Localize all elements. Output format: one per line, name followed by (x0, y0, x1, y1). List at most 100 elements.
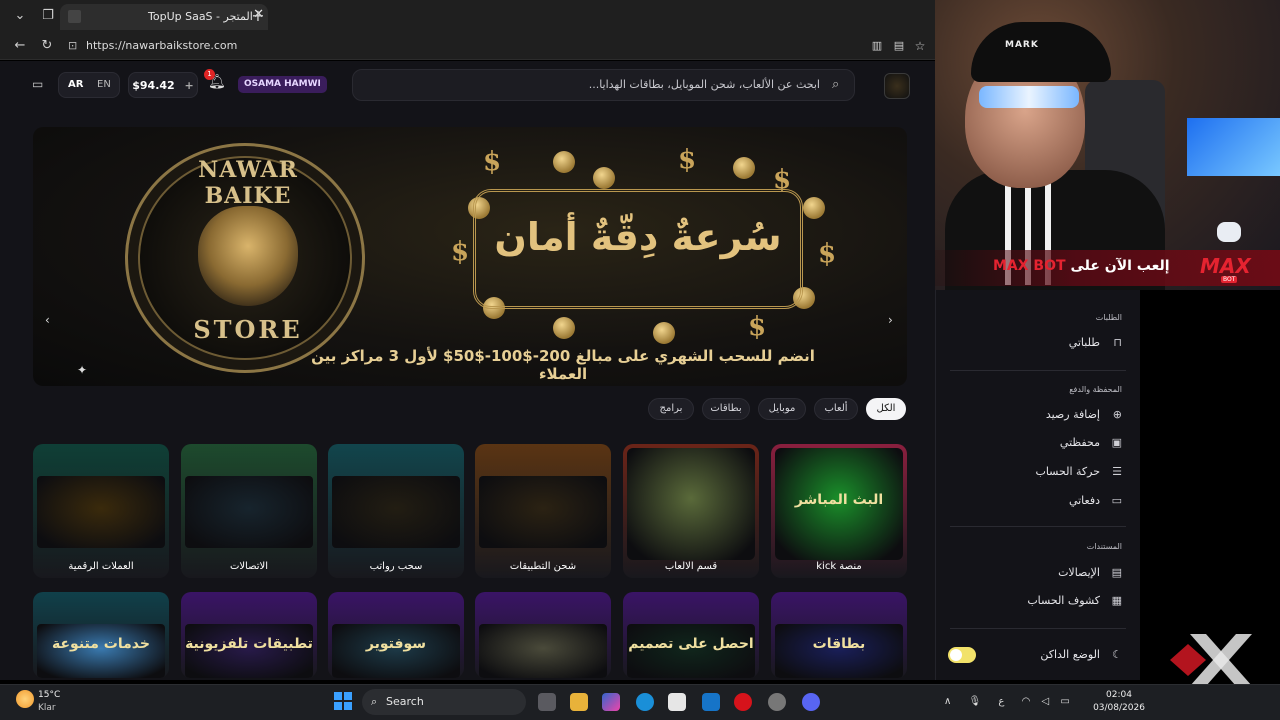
category-card[interactable]: تطبيقات تلفزيونية (181, 592, 317, 678)
workspaces-icon[interactable]: ❐ (38, 6, 58, 26)
browser-tab-bar: ⌄ ❐ TopUp SaaS - المتجر ✕ + (0, 0, 935, 32)
nav-my-wallet[interactable]: ▣ محفظتي (962, 436, 1122, 456)
url-text: https://nawarbaikstore.com (86, 39, 238, 52)
clock-time[interactable]: 02:04 (1090, 690, 1148, 700)
back-icon[interactable]: ← (10, 36, 30, 56)
chatgpt-icon[interactable] (768, 693, 786, 711)
dollar-sign-icon: $ (748, 312, 767, 342)
filter-chip-cards[interactable]: بطاقات (702, 398, 750, 420)
discord-icon[interactable] (802, 693, 820, 711)
windows-start-icon[interactable] (334, 692, 352, 710)
nav-label: طلباتي (1068, 336, 1100, 349)
gold-coin-icon (653, 322, 675, 344)
weather-sun-icon[interactable] (16, 690, 34, 708)
banner-next-arrow-icon[interactable]: › (888, 313, 893, 327)
category-card[interactable]: بطاقات (771, 592, 907, 678)
category-card[interactable]: الاتصالات (181, 444, 317, 578)
nav-my-orders[interactable]: ⊓ طلباتي (962, 336, 1122, 356)
outlook-icon[interactable] (702, 693, 720, 711)
receipt-icon: ☰ (1112, 465, 1122, 478)
banner-slogan: سُرعةٌ دِقّةٌ أمان (494, 215, 782, 259)
gold-coin-icon (553, 151, 575, 173)
shopping-bag-icon: ⊓ (1113, 336, 1122, 349)
tab-title: TopUp SaaS - المتجر (148, 10, 253, 23)
opera-browser-icon[interactable] (734, 693, 752, 711)
category-image-caption: بطاقات (812, 636, 866, 652)
category-card[interactable]: البث المباشر منصة kick (771, 444, 907, 578)
nav-receipts[interactable]: ▤ الإيصالات (962, 566, 1122, 586)
nav-account-activity[interactable]: ☰ حركة الحساب (962, 465, 1122, 485)
category-label: سحب رواتب (369, 561, 423, 572)
task-view-icon[interactable] (538, 693, 556, 711)
weather-temperature[interactable]: 15°C (38, 690, 60, 700)
lang-ar-option[interactable]: AR (68, 73, 83, 97)
sponsor-text: MAX BOT إلعب الآن على (993, 258, 1170, 274)
taskbar-search-label: Search (386, 695, 424, 708)
lang-en-option[interactable]: EN (97, 73, 111, 97)
wifi-icon[interactable]: ◠ (1022, 696, 1031, 707)
nav-add-balance[interactable]: ⊕ إضافة رصيد (962, 408, 1122, 428)
site-info-icon[interactable]: ⊡ (68, 36, 77, 56)
nav-my-payments[interactable]: ▭ دفعاتي (962, 494, 1122, 514)
category-label: منصة kick (816, 561, 862, 572)
nav-label: إضافة رصيد (1045, 408, 1100, 421)
taskbar-search-box[interactable]: ⌕ Search (362, 689, 526, 715)
user-name-badge[interactable]: OSAMA HAMWI (238, 76, 327, 93)
language-switcher[interactable]: AR EN (58, 72, 120, 98)
banner-prev-arrow-icon[interactable]: ‹ (45, 313, 50, 327)
dark-mode-toggle[interactable] (948, 647, 976, 663)
notification-count-badge: 1 (204, 69, 215, 80)
category-card[interactable]: العملات الرقمية (33, 444, 169, 578)
category-card[interactable]: خدمات متنوعة (33, 592, 169, 678)
store-app-icon[interactable] (668, 693, 686, 711)
section-orders-title: الطلبات (1095, 313, 1122, 322)
tray-chevron-icon[interactable]: ∧ (944, 696, 951, 707)
max-bot-logo-sub: BOT (1221, 276, 1238, 283)
category-card[interactable]: احصل على تصميم (623, 592, 759, 678)
volume-icon[interactable]: ◁ (1041, 696, 1049, 707)
wallet-balance: $94.42 (132, 79, 175, 92)
nav-label: دفعاتي (1068, 494, 1100, 507)
edge-browser-icon[interactable] (636, 693, 654, 711)
tab-list-icon[interactable]: ⌄ (10, 6, 30, 26)
filter-chip-mobile[interactable]: موبايل (758, 398, 806, 420)
category-card[interactable] (475, 592, 611, 678)
store-logo[interactable] (884, 73, 910, 99)
streamer-cap (971, 22, 1111, 82)
hero-banner[interactable]: NAWAR BAIKE STORE $ $ $ $ $ $ سُرعةٌ دِق… (33, 127, 907, 386)
microphone-icon[interactable]: 🎙︎ (969, 696, 982, 707)
category-card[interactable]: شحن التطبيقات (475, 444, 611, 578)
category-label: قسم الالعاب (664, 561, 718, 572)
monitor-icon[interactable]: ▭ (32, 77, 43, 91)
wallet-balance-button[interactable]: $94.42 + (128, 72, 198, 98)
dollar-sign-icon: $ (818, 239, 837, 269)
category-image-caption: خدمات متنوعة (52, 636, 150, 652)
input-language[interactable]: ع (998, 696, 1004, 707)
add-balance-icon[interactable]: + (185, 79, 194, 92)
copilot-icon[interactable] (602, 693, 620, 711)
new-tab-button[interactable]: + (248, 6, 268, 26)
browser-tab-active[interactable]: TopUp SaaS - المتجر ✕ (60, 4, 268, 30)
site-favicon-icon (68, 10, 81, 23)
reload-icon[interactable]: ↻ (37, 36, 57, 56)
filter-chip-games[interactable]: ألعاب (814, 398, 858, 420)
category-card[interactable]: سحب رواتب (328, 444, 464, 578)
battery-icon[interactable]: ▭ (1060, 696, 1069, 707)
filter-chip-software[interactable]: برامج (648, 398, 694, 420)
nav-label: حركة الحساب (1035, 465, 1100, 478)
filter-chip-all[interactable]: الكل (866, 398, 906, 420)
wallet-icon: ▣ (1111, 436, 1122, 449)
file-explorer-icon[interactable] (570, 693, 588, 711)
url-field[interactable]: ⊡ https://nawarbaikstore.com (64, 36, 934, 56)
search-icon: ⌕ (371, 695, 378, 708)
category-card[interactable]: سوفتوير (328, 592, 464, 678)
document-icon: ▤ (1111, 566, 1122, 579)
category-card[interactable]: قسم الالعاب (623, 444, 759, 578)
nav-statements[interactable]: ▦ كشوف الحساب (962, 594, 1122, 614)
section-documents-title: المستندات (1086, 542, 1122, 551)
category-image (479, 624, 607, 678)
clock-date[interactable]: 03/08/2026 (1090, 703, 1148, 713)
search-input[interactable]: ابحث عن الألعاب، شحن الموبايل، بطاقات ال… (352, 69, 855, 101)
banner-promo-text: انضم للسحب الشهري على مبالغ 200-$100-$50… (311, 347, 815, 383)
weather-description[interactable]: Klar (38, 703, 56, 713)
